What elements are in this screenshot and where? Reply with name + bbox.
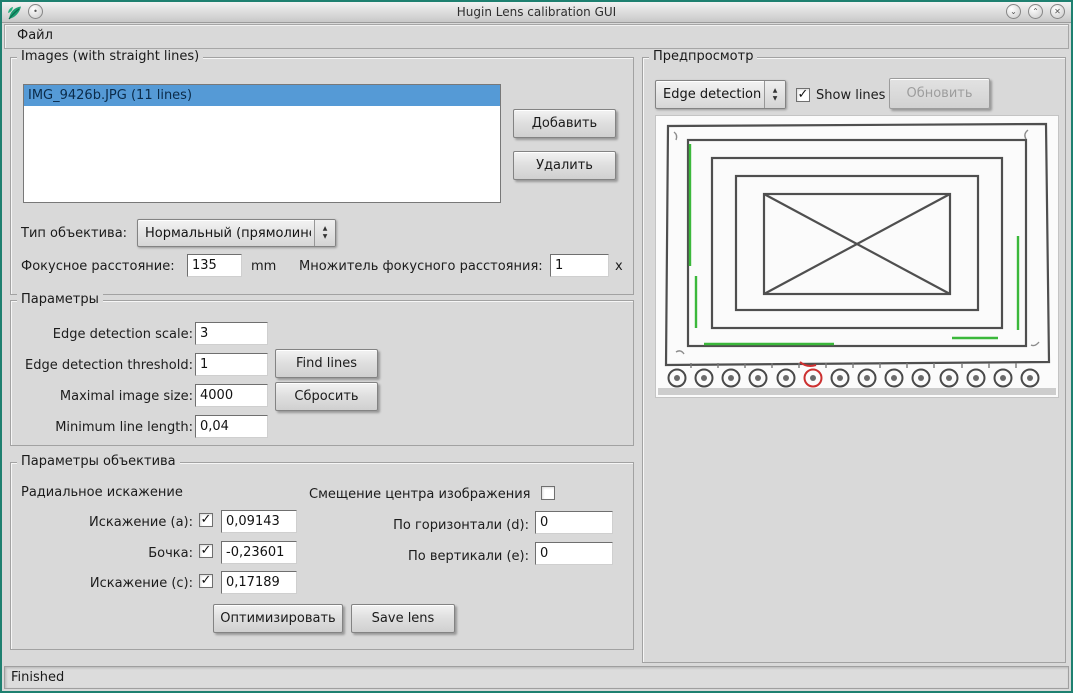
horizontal-d-input[interactable] [535, 511, 613, 534]
spinner-down-icon: ▼ [772, 94, 778, 102]
spinner-icon[interactable]: ▲ ▼ [314, 220, 335, 246]
add-image-button[interactable]: Добавить [513, 109, 616, 138]
lens-group-title: Параметры объектива [17, 454, 180, 469]
window-menu-icon: • [33, 7, 38, 16]
distortion-c-checkbox[interactable]: ✓ [199, 572, 213, 588]
crop-factor-input[interactable] [550, 254, 609, 277]
vertical-e-label: По вертикали (e): [407, 549, 529, 564]
spinner-up-icon: ▲ [772, 86, 778, 94]
max-image-size-input[interactable] [195, 384, 268, 407]
maximize-button[interactable]: ⌃ [1028, 4, 1043, 19]
window-controls: ⌄ ⌃ ✕ [1006, 4, 1065, 19]
maximize-icon: ⌃ [1032, 7, 1039, 16]
parameters-group: Параметры Edge detection scale: Edge det… [10, 292, 634, 446]
check-icon: ✓ [797, 86, 809, 102]
save-lens-button[interactable]: Save lens [351, 604, 455, 633]
spinner-up-icon: ▲ [322, 225, 328, 232]
barrel-b-checkbox[interactable]: ✓ [199, 542, 213, 558]
titlebar: • Hugin Lens calibration GUI ⌄ ⌃ ✕ [2, 2, 1071, 23]
show-lines-checkbox[interactable]: ✓ [796, 86, 810, 102]
distortion-c-label: Искажение (c): [89, 576, 193, 591]
images-group-title: Images (with straight lines) [17, 49, 204, 64]
window-title: Hugin Lens calibration GUI [456, 5, 617, 19]
barrel-b-input[interactable] [221, 541, 297, 564]
preview-mode-combo[interactable]: Edge detection ▲ ▼ [655, 80, 786, 109]
distortion-a-input[interactable] [221, 510, 297, 533]
menu-file[interactable]: Файл [5, 25, 65, 46]
vertical-e-input[interactable] [535, 542, 613, 565]
preview-image [655, 115, 1059, 398]
edge-detection-render [656, 116, 1058, 397]
close-icon: ✕ [1054, 7, 1061, 16]
preview-group-title: Предпросмотр [649, 49, 758, 64]
show-lines-label: Show lines [816, 88, 886, 103]
lens-type-combo[interactable]: Нормальный (прямолине ▲ ▼ [137, 219, 336, 247]
lens-group: Параметры объектива Радиальное искажение… [10, 454, 634, 650]
preview-group: Предпросмотр Edge detection ▲ ▼ ✓ Show l… [642, 49, 1066, 663]
images-list: IMG_9426b.JPG (11 lines) [23, 84, 501, 203]
find-lines-button[interactable]: Find lines [275, 349, 378, 378]
focal-length-unit: mm [251, 259, 277, 274]
distortion-a-label: Искажение (a): [89, 515, 193, 530]
status-text: Finished [11, 670, 65, 685]
check-icon: ✓ [200, 542, 212, 558]
spinner-down-icon: ▼ [322, 233, 328, 240]
crop-factor-label: Множитель фокусного расстояния: [299, 259, 543, 274]
edge-threshold-label: Edge detection threshold: [25, 358, 193, 373]
lens-type-value: Нормальный (прямолине [145, 225, 311, 241]
parameters-group-title: Параметры [17, 292, 103, 307]
barrel-b-label: Бочка: [148, 546, 193, 561]
edge-threshold-input[interactable] [195, 353, 268, 376]
list-item[interactable]: IMG_9426b.JPG (11 lines) [24, 85, 500, 106]
refresh-button[interactable]: Обновить [889, 78, 990, 109]
radial-distortion-heading: Радиальное искажение [21, 485, 183, 500]
check-icon: ✓ [200, 511, 212, 527]
app-window: • Hugin Lens calibration GUI ⌄ ⌃ ✕ Файл … [0, 0, 1073, 693]
preview-mode-value: Edge detection [663, 87, 761, 102]
close-button[interactable]: ✕ [1050, 4, 1065, 19]
minimize-button[interactable]: ⌄ [1006, 4, 1021, 19]
images-group: Images (with straight lines) IMG_9426b.J… [10, 49, 634, 295]
remove-image-button[interactable]: Удалить [513, 151, 616, 180]
edge-scale-input[interactable] [195, 322, 268, 345]
min-line-length-label: Minimum line length: [55, 420, 193, 435]
reset-button[interactable]: Сбросить [275, 382, 378, 411]
check-icon: ✓ [200, 572, 212, 588]
optimize-button[interactable]: Оптимизировать [213, 604, 343, 633]
lens-type-label: Тип объектива: [21, 226, 128, 241]
min-line-length-input[interactable] [195, 415, 268, 438]
distortion-c-input[interactable] [221, 571, 297, 594]
app-icon [8, 6, 21, 20]
edge-scale-label: Edge detection scale: [52, 327, 193, 342]
statusbar: Finished [4, 666, 1069, 689]
distortion-a-checkbox[interactable]: ✓ [199, 511, 213, 527]
spinner-icon[interactable]: ▲ ▼ [764, 81, 785, 108]
window-menu-button[interactable]: • [28, 4, 43, 19]
max-image-size-label: Maximal image size: [59, 389, 193, 404]
crop-factor-unit: x [615, 259, 623, 274]
focal-length-label: Фокусное расстояние: [21, 259, 175, 274]
menubar: Файл [4, 24, 1069, 49]
center-shift-checkbox[interactable] [541, 486, 555, 500]
focal-length-input[interactable] [187, 254, 242, 277]
minimize-icon: ⌄ [1010, 7, 1017, 16]
horizontal-d-label: По горизонтали (d): [393, 518, 529, 533]
center-shift-heading: Смещение центра изображения [309, 487, 531, 502]
